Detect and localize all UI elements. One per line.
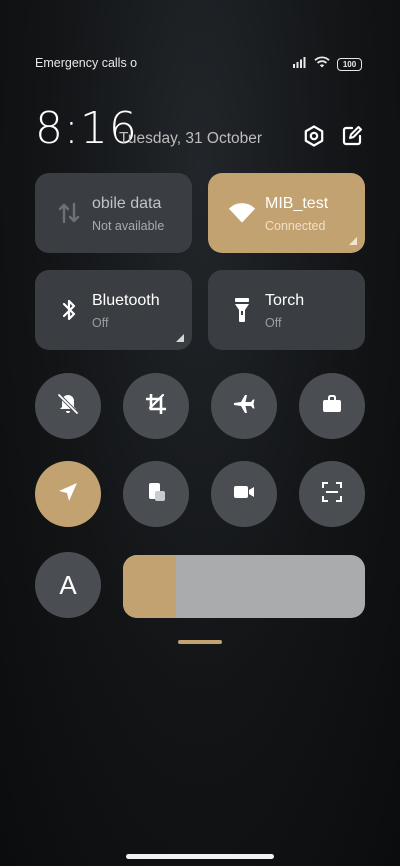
brightness-slider[interactable] xyxy=(123,555,365,618)
tile-wifi-label: MIB_test xyxy=(265,195,329,212)
status-carrier-text: Emergency calls o xyxy=(35,56,137,70)
clock-date: Tuesday, 31 October xyxy=(119,130,263,147)
battery-indicator: 100 xyxy=(337,57,362,71)
tile-bluetooth-status: Off xyxy=(92,316,109,330)
tile-torch[interactable]: Torch Off xyxy=(208,270,365,350)
expand-corner-icon[interactable] xyxy=(349,237,357,245)
tile-bluetooth-label: Bluetooth xyxy=(92,292,160,309)
tile-wifi-status: Connected xyxy=(265,219,326,233)
toggle-scanner[interactable] xyxy=(299,461,365,527)
status-icons: 100 xyxy=(293,55,362,73)
tile-mobile-data-label: obile data xyxy=(92,195,162,212)
tile-wifi[interactable]: MIB_test Connected xyxy=(208,173,365,253)
tile-bluetooth[interactable]: Bluetooth Off xyxy=(35,270,192,350)
mobile-data-icon xyxy=(55,199,83,227)
location-arrow-icon xyxy=(56,480,80,509)
wifi-icon xyxy=(314,55,330,73)
edit-icon[interactable] xyxy=(340,124,364,148)
tile-torch-label: Torch xyxy=(265,292,305,309)
toggle-screen-recorder[interactable] xyxy=(211,461,277,527)
tile-mobile-data-status: Not available xyxy=(92,219,165,233)
scan-icon xyxy=(320,480,344,509)
airplane-icon xyxy=(232,392,256,421)
toggle-floating-window[interactable] xyxy=(123,461,189,527)
toggle-work-mode[interactable] xyxy=(299,373,365,439)
panel-handle[interactable] xyxy=(178,640,222,644)
video-camera-icon xyxy=(232,480,256,509)
bluetooth-icon xyxy=(55,296,83,324)
home-indicator[interactable] xyxy=(126,854,274,859)
tile-torch-status: Off xyxy=(265,316,282,330)
brightness-fill xyxy=(123,555,177,618)
tile-mobile-data[interactable]: obile data Not available xyxy=(35,173,192,253)
floating-window-icon xyxy=(144,480,168,509)
torch-icon xyxy=(228,296,256,324)
toggle-screenshot[interactable] xyxy=(123,373,189,439)
toggle-location[interactable] xyxy=(35,461,101,527)
crop-icon xyxy=(144,392,168,421)
briefcase-icon xyxy=(320,392,344,421)
bell-off-icon xyxy=(56,392,80,421)
settings-icon[interactable] xyxy=(302,124,326,148)
toggle-silent[interactable] xyxy=(35,373,101,439)
expand-corner-icon[interactable] xyxy=(176,334,184,342)
wifi-icon xyxy=(228,199,256,227)
signal-icon xyxy=(293,55,307,73)
font-size-button[interactable]: A xyxy=(35,552,101,618)
toggle-airplane[interactable] xyxy=(211,373,277,439)
